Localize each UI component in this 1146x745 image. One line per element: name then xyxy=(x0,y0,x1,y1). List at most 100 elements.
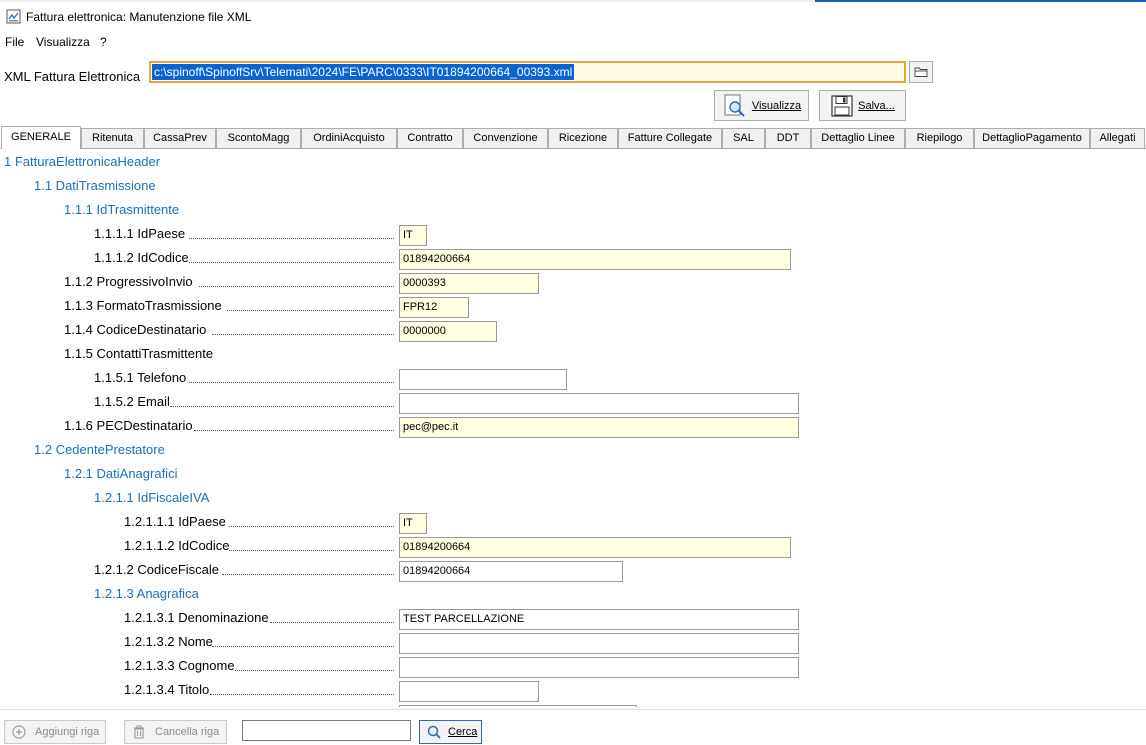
tree-panel: 1 FatturaElettronicaHeader 1.1 DatiTrasm… xyxy=(0,150,1146,707)
dotted-leader xyxy=(170,406,394,407)
cerca-label: Cerca xyxy=(448,726,478,738)
menu-file[interactable]: File xyxy=(5,35,24,49)
title-bar: Fattura elettronica: Manutenzione file X… xyxy=(0,2,1146,30)
folder-icon xyxy=(914,67,928,77)
cancella-riga-label: Cancella riga xyxy=(155,726,220,738)
tree-node: 1.1.3 FormatoTrasmissione xyxy=(64,298,222,313)
tab-convenzione[interactable]: Convenzione xyxy=(463,128,548,148)
field-progressivoinvio[interactable]: 0000393 xyxy=(399,273,539,294)
tab-generale[interactable]: GENERALE xyxy=(1,126,81,149)
tab-sal[interactable]: SAL xyxy=(722,128,765,148)
dotted-leader xyxy=(227,310,394,311)
browse-folder-button[interactable] xyxy=(909,61,933,83)
app-icon xyxy=(6,9,21,24)
field-idpaese-cedente[interactable]: IT xyxy=(399,513,427,534)
tab-strip-line xyxy=(0,148,1146,149)
field-codicedestinatario[interactable]: 0000000 xyxy=(399,321,497,342)
dotted-leader xyxy=(235,670,394,671)
field-email[interactable] xyxy=(399,393,799,414)
cancella-riga-button[interactable]: Cancella riga xyxy=(124,720,227,744)
tab-contratto[interactable]: Contratto xyxy=(397,128,463,148)
visualizza-button[interactable]: Visualizza xyxy=(714,90,809,121)
tree-node: 1.2.1.3.1 Denominazione xyxy=(124,610,269,625)
tree-node: 1.1.2 ProgressivoInvio xyxy=(64,274,193,289)
search-icon xyxy=(427,725,441,739)
dotted-leader xyxy=(229,526,394,527)
tree-node: 1.2.1.1.1 IdPaese xyxy=(124,514,226,529)
tab-scontomagg[interactable]: ScontoMagg xyxy=(216,128,301,148)
dotted-leader xyxy=(222,574,394,575)
field-formatotrasmissione[interactable]: FPR12 xyxy=(399,297,469,318)
dotted-leader xyxy=(194,430,394,431)
tab-dettagliopagamento[interactable]: DettaglioPagamento xyxy=(974,128,1090,148)
tab-ordiniacquisto[interactable]: OrdiniAcquisto xyxy=(301,128,397,148)
tree-node: 1 FatturaElettronicaHeader xyxy=(4,154,161,169)
plus-circle-icon xyxy=(12,725,26,739)
tree-node: 1.1.5.2 Email xyxy=(94,394,170,409)
window-title: Fattura elettronica: Manutenzione file X… xyxy=(26,10,252,24)
field-partial-next[interactable] xyxy=(399,705,637,707)
tree-node: 1.2.1.3 Anagrafica xyxy=(94,586,199,601)
field-pecdestinatario[interactable]: pec@pec.it xyxy=(399,417,799,438)
cerca-button[interactable]: Cerca xyxy=(419,720,482,744)
tab-ddt[interactable]: DDT xyxy=(765,128,811,148)
xml-path-value: c:\spinoff\SpinoffSrv\Telemati\2024\FE\P… xyxy=(152,64,575,80)
field-telefono[interactable] xyxy=(399,369,567,390)
field-cognome[interactable] xyxy=(399,657,799,678)
menu-help[interactable]: ? xyxy=(100,35,107,49)
tree-node: 1.1.6 PECDestinatario xyxy=(64,418,193,433)
dotted-leader xyxy=(229,550,394,551)
tab-strip: GENERALE Ritenuta CassaPrev ScontoMagg O… xyxy=(0,126,1146,149)
tree-node: 1.2.1.1 IdFiscaleIVA xyxy=(94,490,210,505)
field-idpaese[interactable]: IT xyxy=(399,225,427,246)
tree-node: 1.2.1.3.4 Titolo xyxy=(124,682,210,697)
aggiungi-riga-label: Aggiungi riga xyxy=(35,726,100,738)
tree-node: 1.2.1.1.2 IdCodice xyxy=(124,538,230,553)
tree-node: 1.2.1.3.2 Nome xyxy=(124,634,213,649)
magnifier-page-icon xyxy=(724,94,745,117)
tab-cassaprev[interactable]: CassaPrev xyxy=(144,128,216,148)
field-idcodice-cedente[interactable]: 01894200664 xyxy=(399,537,791,558)
tree-node: 1.1.1.1 IdPaese xyxy=(94,226,186,241)
visualizza-label: Visualizza xyxy=(751,99,802,112)
aggiungi-riga-button[interactable]: Aggiungi riga xyxy=(4,720,106,744)
dotted-leader xyxy=(212,646,394,647)
dotted-leader xyxy=(270,622,394,623)
field-nome[interactable] xyxy=(399,633,799,654)
field-idcodice[interactable]: 01894200664 xyxy=(399,249,791,270)
floppy-disk-icon xyxy=(831,94,853,117)
field-titolo[interactable] xyxy=(399,681,539,702)
search-input[interactable] xyxy=(242,720,411,741)
tree-node: 1.1.5 ContattiTrasmittente xyxy=(64,346,214,361)
menu-visualizza[interactable]: Visualizza xyxy=(36,35,90,49)
tree-node: 1.2.1.3.3 Cognome xyxy=(124,658,235,673)
field-codicefiscale[interactable]: 01894200664 xyxy=(399,561,623,582)
tab-riepilogo[interactable]: Riepilogo xyxy=(905,128,974,148)
tree-node: 1.1.1.2 IdCodice xyxy=(94,250,189,265)
tree-node: 1.2 CedentePrestatore xyxy=(34,442,165,457)
tree-node: 1.1.1 IdTrasmittente xyxy=(64,202,180,217)
tab-ritenuta[interactable]: Ritenuta xyxy=(81,128,144,148)
tab-dettaglio-linee[interactable]: Dettaglio Linee xyxy=(811,128,905,148)
dotted-leader xyxy=(210,694,394,695)
salva-button[interactable]: Salva... xyxy=(819,90,906,121)
field-denominazione[interactable]: TEST PARCELLAZIONE xyxy=(399,609,799,630)
tab-fatture-collegate[interactable]: Fatture Collegate xyxy=(618,128,722,148)
bottom-toolbar: Aggiungi riga Cancella riga Cerca xyxy=(0,709,1146,745)
menu-bar: File Visualizza ? xyxy=(0,32,1146,52)
tree-node: 1.1.4 CodiceDestinatario xyxy=(64,322,207,337)
xml-path-input[interactable]: c:\spinoff\SpinoffSrv\Telemati\2024\FE\P… xyxy=(149,61,906,83)
xml-path-label: XML Fattura Elettronica xyxy=(4,69,141,84)
salva-label: Salva... xyxy=(858,99,895,112)
dotted-leader xyxy=(199,286,394,287)
tree-node: 1.2.1 DatiAnagrafici xyxy=(64,466,178,481)
tab-ricezione[interactable]: Ricezione xyxy=(548,128,618,148)
trash-icon xyxy=(134,725,144,739)
dotted-leader xyxy=(212,334,394,335)
tree-node: 1.1.5.1 Telefono xyxy=(94,370,187,385)
dotted-leader xyxy=(189,238,394,239)
tree-node: 1.2.1.2 CodiceFiscale xyxy=(94,562,220,577)
tab-allegati[interactable]: Allegati xyxy=(1090,128,1145,148)
dotted-leader xyxy=(189,382,394,383)
tree-node: 1.1 DatiTrasmissione xyxy=(34,178,156,193)
